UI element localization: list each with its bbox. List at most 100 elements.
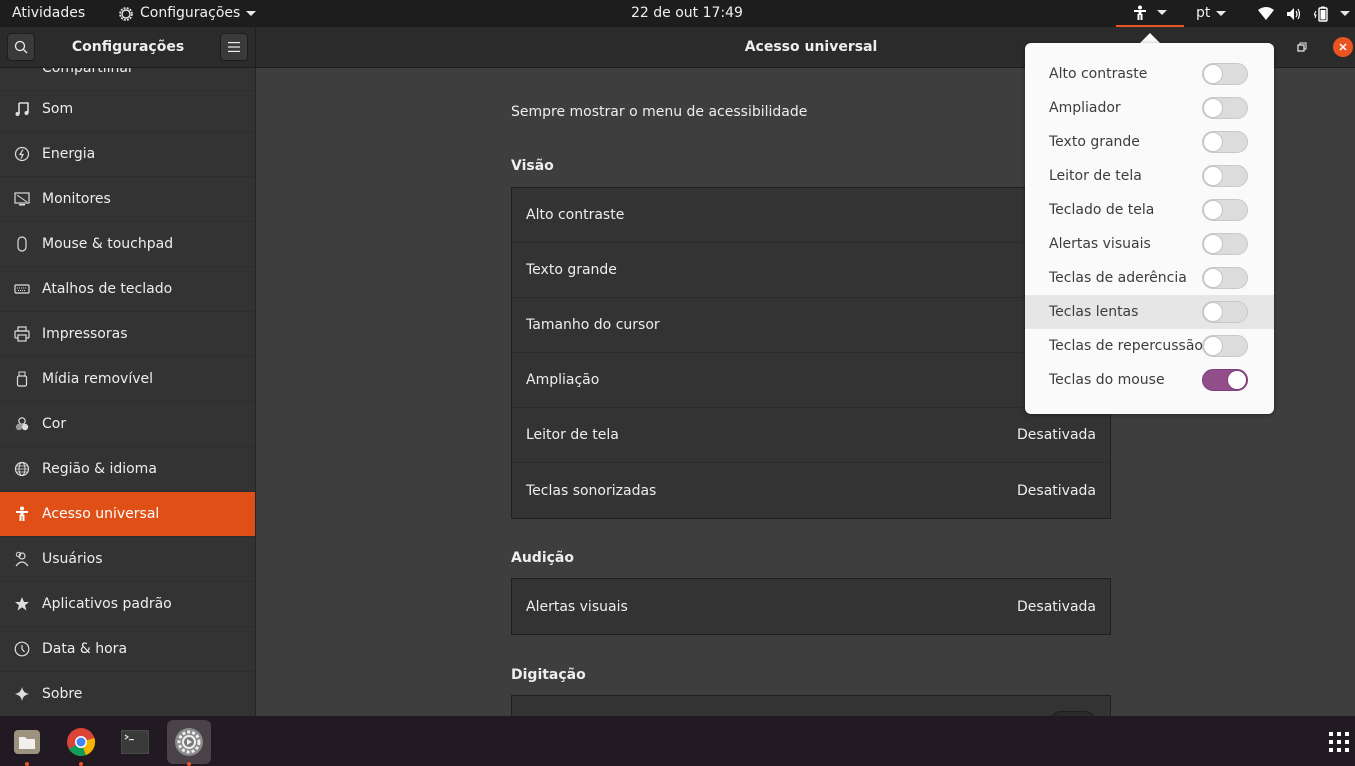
toggle-knob xyxy=(1203,336,1223,356)
settings-row[interactable]: Teclas sonorizadas Desativada xyxy=(512,463,1110,518)
dock-settings[interactable] xyxy=(167,720,211,766)
hamburger-icon xyxy=(228,42,240,52)
terminal-icon xyxy=(121,730,149,754)
settings-row[interactable]: AmpliaçãoD xyxy=(512,353,1110,408)
sidebar-item-sobre[interactable]: Sobre xyxy=(0,672,255,716)
sidebar-item-label: Região & idioma xyxy=(42,461,157,477)
a11y-menu-item-label: Ampliador xyxy=(1049,100,1121,116)
sidebar-item-mídia-removível[interactable]: Mídia removível xyxy=(0,357,255,402)
app-menu[interactable]: Configurações xyxy=(118,0,257,27)
a11y-toggle[interactable] xyxy=(1202,335,1248,357)
typing-list xyxy=(511,695,1111,716)
sidebar-item-label: Impressoras xyxy=(42,326,128,342)
a11y-toggle[interactable] xyxy=(1202,63,1248,85)
a11y-toggle[interactable] xyxy=(1202,267,1248,289)
settings-row[interactable]: Leitor de tela Desativada xyxy=(512,408,1110,463)
a11y-menu-item[interactable]: Teclas de repercussão xyxy=(1025,329,1274,363)
clock[interactable]: 22 de out 17:49 xyxy=(631,0,743,27)
sidebar-item-monitores[interactable]: Monitores xyxy=(0,177,255,222)
a11y-menu-item[interactable]: Teclas do mouse xyxy=(1025,363,1274,397)
chevron-down-icon xyxy=(1216,11,1227,16)
sidebar-item-label: Cor xyxy=(42,416,67,432)
a11y-menu-item-label: Teclas lentas xyxy=(1049,304,1139,320)
mouse-icon xyxy=(17,236,27,252)
hamburger-menu-button[interactable] xyxy=(220,33,248,61)
a11y-menu-item[interactable]: Teclas de aderência xyxy=(1025,261,1274,295)
star-icon xyxy=(15,597,29,611)
a11y-menu-item[interactable]: Texto grande xyxy=(1025,125,1274,159)
sidebar-item-label: Compartilhar xyxy=(42,68,134,76)
restore-button[interactable] xyxy=(1292,37,1312,57)
sidebar-item-label: Aplicativos padrão xyxy=(42,596,172,612)
sidebar-item-aplicativos-padrão[interactable]: Aplicativos padrão xyxy=(0,582,255,627)
a11y-toggle[interactable] xyxy=(1202,301,1248,323)
a11y-menu-item[interactable]: Alto contraste xyxy=(1025,57,1274,91)
sidebar-item-label: Energia xyxy=(42,146,96,162)
sidebar-item-cor[interactable]: Cor xyxy=(0,402,255,447)
toggle-knob xyxy=(1203,302,1223,322)
a11y-toggle[interactable] xyxy=(1202,131,1248,153)
settings-row[interactable]: Alto contraste xyxy=(512,188,1110,243)
dock-terminal[interactable] xyxy=(113,720,157,764)
sidebar-item-acesso-universal[interactable]: Acesso universal xyxy=(0,492,255,537)
activities-button[interactable]: Atividades xyxy=(12,0,85,27)
globe-icon xyxy=(14,461,30,477)
accessibility-icon xyxy=(16,506,28,521)
toggle-knob xyxy=(1227,370,1247,390)
toggle-knob xyxy=(1203,166,1223,186)
show-apps-button[interactable] xyxy=(1317,720,1355,764)
row-label: Teclas sonorizadas xyxy=(526,482,657,499)
sidebar-item-mouse-touchpad[interactable]: Mouse & touchpad xyxy=(0,222,255,267)
a11y-menu-item[interactable]: Leitor de tela xyxy=(1025,159,1274,193)
sidebar-item-label: Mouse & touchpad xyxy=(42,236,174,252)
sidebar-item-região-idioma[interactable]: Região & idioma xyxy=(0,447,255,492)
close-icon xyxy=(1339,43,1347,51)
a11y-menu-item[interactable]: Teclas lentas xyxy=(1025,295,1274,329)
settings-row[interactable]: Alertas visuais Desativada xyxy=(512,579,1110,634)
sidebar-item-energia[interactable]: Energia xyxy=(0,132,255,177)
wifi-icon xyxy=(1258,6,1274,20)
sidebar-item-label: Monitores xyxy=(42,191,111,207)
sidebar-item-label: Mídia removível xyxy=(42,371,154,387)
dock-chrome[interactable] xyxy=(59,720,103,766)
a11y-menu-item-label: Texto grande xyxy=(1049,134,1140,150)
a11y-menu-item-label: Leitor de tela xyxy=(1049,168,1142,184)
sidebar-item-atalhos-de-teclado[interactable]: Atalhos de teclado xyxy=(0,267,255,312)
sidebar-item-label: Usuários xyxy=(42,551,103,567)
a11y-toggle[interactable] xyxy=(1202,165,1248,187)
top-bar: Atividades Configurações 22 de out 17:49… xyxy=(0,0,1355,27)
sidebar-item-label: Som xyxy=(42,101,74,117)
a11y-menu-item[interactable]: Teclado de tela xyxy=(1025,193,1274,227)
a11y-menu-item-label: Teclas do mouse xyxy=(1049,372,1165,388)
close-button[interactable] xyxy=(1333,37,1353,57)
toggle-knob xyxy=(1203,268,1223,288)
dock xyxy=(0,716,1355,766)
restore-icon xyxy=(1297,42,1307,52)
a11y-menu-item[interactable]: Ampliador xyxy=(1025,91,1274,125)
settings-row[interactable]: Tamanho do cursor xyxy=(512,298,1110,353)
system-menu[interactable] xyxy=(1258,0,1350,27)
sidebar-header: Configurações xyxy=(0,27,256,68)
clock-label: 22 de out 17:49 xyxy=(631,5,743,21)
sidebar-item-usuários[interactable]: Usuários xyxy=(0,537,255,582)
chevron-down-icon xyxy=(1340,11,1350,16)
dock-files[interactable] xyxy=(5,720,49,766)
a11y-toggle[interactable] xyxy=(1202,97,1248,119)
language-menu[interactable]: pt xyxy=(1196,0,1227,27)
accessibility-menu-button[interactable] xyxy=(1116,0,1184,27)
row-label: Texto grande xyxy=(526,262,617,278)
row-value: Desativada xyxy=(1017,427,1096,443)
sidebar-item-impressoras[interactable]: Impressoras xyxy=(0,312,255,357)
settings-icon xyxy=(175,728,203,756)
activities-label: Atividades xyxy=(12,5,86,21)
keyboard-icon xyxy=(14,284,30,294)
a11y-toggle[interactable] xyxy=(1202,233,1248,255)
a11y-toggle[interactable] xyxy=(1202,369,1248,391)
row-label: Tamanho do cursor xyxy=(526,317,660,333)
sidebar-item-som[interactable]: Som xyxy=(0,87,255,132)
a11y-menu-item[interactable]: Alertas visuais xyxy=(1025,227,1274,261)
a11y-menu-item-label: Teclado de tela xyxy=(1049,202,1155,218)
settings-row[interactable]: Texto grande xyxy=(512,243,1110,298)
sidebar-item-data-hora[interactable]: Data & hora xyxy=(0,627,255,672)
a11y-toggle[interactable] xyxy=(1202,199,1248,221)
